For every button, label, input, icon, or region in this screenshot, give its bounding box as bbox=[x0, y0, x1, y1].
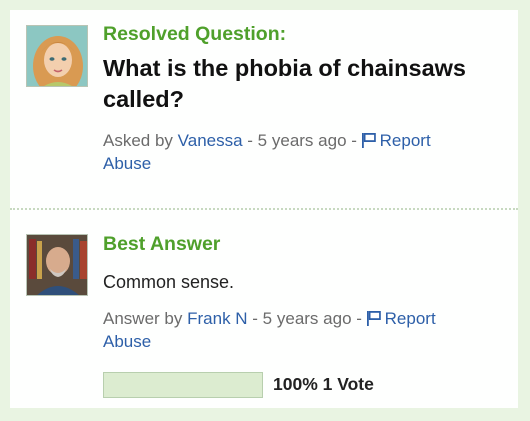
answer-text: Common sense. bbox=[103, 272, 235, 292]
question-title: What is the phobia of chainsaws called? bbox=[103, 55, 466, 112]
flag-icon bbox=[366, 311, 381, 326]
asker-avatar-image bbox=[27, 26, 87, 86]
qa-card: Resolved Question: What is the phobia of… bbox=[10, 10, 518, 408]
asker-link[interactable]: Vanessa bbox=[178, 131, 243, 150]
abuse-link-text: Abuse bbox=[103, 154, 152, 173]
asked-by-text: Asked by bbox=[103, 131, 173, 150]
answer-time: - 5 years ago - bbox=[247, 309, 367, 328]
resolved-question-label: Resolved Question: bbox=[103, 23, 287, 45]
question-meta: Asked by Vanessa - 5 years ago - Report A… bbox=[103, 129, 503, 175]
answer-meta: Answer by Frank N - 5 years ago - Report… bbox=[103, 307, 503, 353]
vote-percentage-bar bbox=[103, 372, 263, 398]
question-section: Resolved Question: What is the phobia of… bbox=[10, 10, 518, 205]
answer-abuse-link-text: Abuse bbox=[103, 332, 152, 351]
answerer-avatar-image bbox=[27, 235, 87, 295]
answer-section: Best Answer Common sense. Answer by Fran… bbox=[10, 215, 518, 408]
answerer-avatar[interactable] bbox=[26, 234, 88, 296]
report-link-text: Report bbox=[379, 131, 431, 150]
section-divider bbox=[10, 208, 518, 210]
asker-avatar[interactable] bbox=[26, 25, 88, 87]
question-time: - 5 years ago - bbox=[242, 131, 362, 150]
vote-count-text: 100% 1 Vote bbox=[273, 374, 374, 394]
answerer-link[interactable]: Frank N bbox=[187, 309, 247, 328]
best-answer-label: Best Answer bbox=[103, 233, 221, 255]
flag-icon bbox=[361, 133, 376, 148]
answer-report-link-text: Report bbox=[384, 309, 436, 328]
answer-by-text: Answer by bbox=[103, 309, 183, 328]
